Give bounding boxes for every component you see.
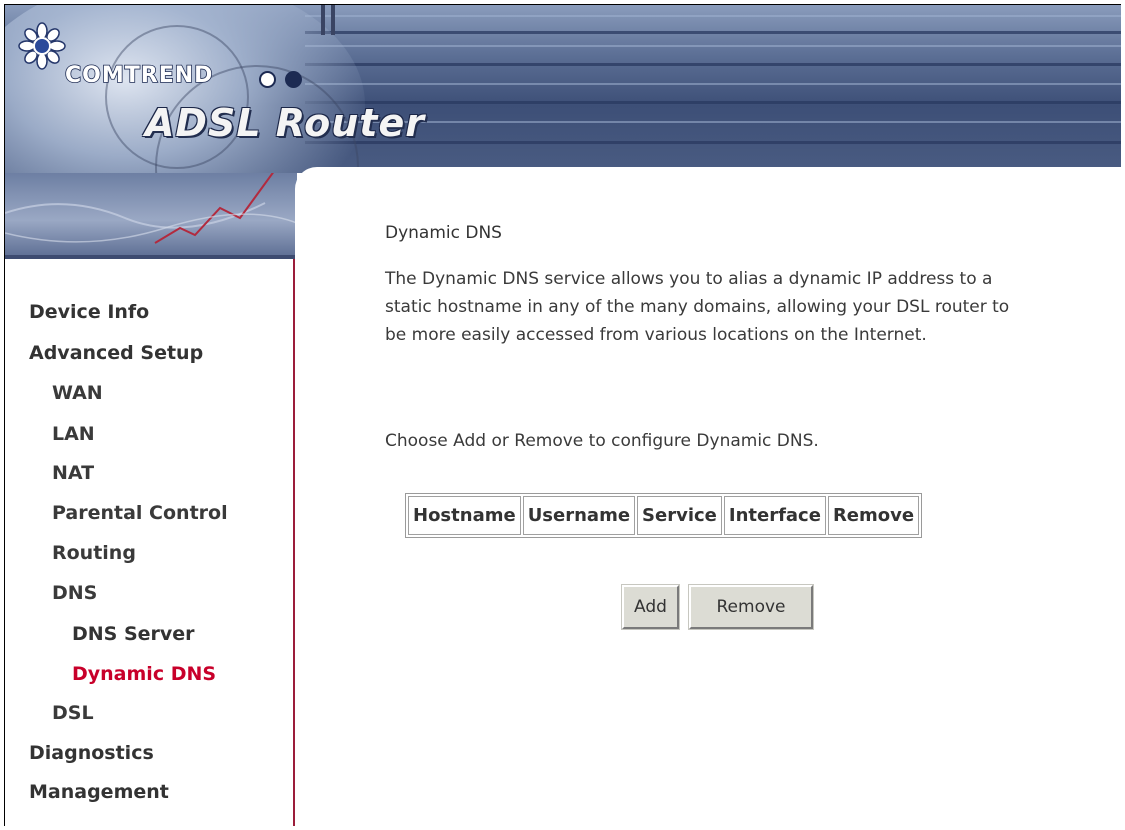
column-header-service: Service [637, 496, 722, 535]
sidebar-item-nat[interactable]: NAT [52, 462, 94, 484]
header-banner: COMTREND ADSL Router [5, 5, 1121, 173]
sidebar-item-wan[interactable]: WAN [52, 382, 103, 404]
column-header-remove: Remove [827, 496, 920, 535]
sidebar-nav: Device Info Advanced Setup WAN LAN NAT P… [5, 259, 295, 826]
brand-logo-text: COMTREND [64, 62, 214, 89]
sidebar-item-device-info[interactable]: Device Info [29, 301, 149, 323]
sidebar-item-dns-server[interactable]: DNS Server [72, 623, 195, 645]
column-header-interface: Interface [723, 496, 826, 535]
sidebar-item-dns[interactable]: DNS [52, 582, 97, 604]
sidebar-item-routing[interactable]: Routing [52, 542, 136, 564]
comtrend-flower-logo-icon [18, 22, 66, 70]
sidebar-item-dynamic-dns[interactable]: Dynamic DNS [72, 663, 216, 685]
add-button[interactable]: Add [621, 584, 680, 630]
description-text: The Dynamic DNS service allows you to al… [385, 269, 1010, 345]
sidebar-item-advanced-setup[interactable]: Advanced Setup [29, 342, 203, 364]
router-page: COMTREND ADSL Router Device Info Advance… [4, 4, 1121, 826]
sidebar-item-management[interactable]: Management [29, 781, 169, 803]
sidebar-item-lan[interactable]: LAN [52, 423, 95, 445]
sidebar-item-diagnostics[interactable]: Diagnostics [29, 742, 154, 764]
remove-button[interactable]: Remove [688, 584, 814, 630]
sidebar-item-parental-control[interactable]: Parental Control [52, 502, 228, 524]
column-header-username: Username [522, 496, 636, 535]
banner-decoration [5, 173, 297, 259]
dynamic-dns-table: Hostname Username Service Interface Remo… [405, 493, 923, 538]
column-header-hostname: Hostname [408, 496, 521, 535]
brand-logo-dots [259, 69, 306, 88]
sidebar-item-dsl[interactable]: DSL [52, 702, 94, 724]
instruction-text: Choose Add or Remove to configure Dynami… [385, 431, 819, 451]
page-title: Dynamic DNS [385, 223, 502, 243]
table-header-row: Hostname Username Service Interface Remo… [408, 496, 920, 535]
product-name: ADSL Router [145, 101, 425, 145]
